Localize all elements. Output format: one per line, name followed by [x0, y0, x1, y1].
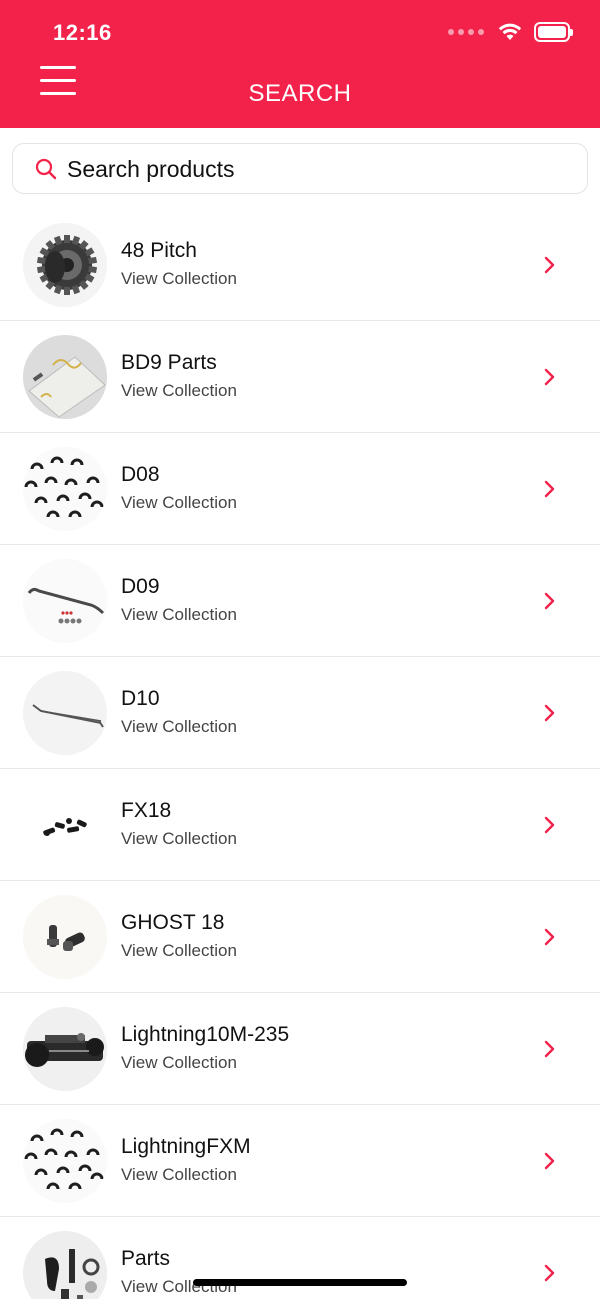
collection-row[interactable]: D08 View Collection	[0, 433, 600, 545]
collection-title: FX18	[121, 799, 172, 822]
status-time: 12:16	[53, 20, 112, 45]
chevron-right-icon[interactable]	[543, 1151, 557, 1171]
collection-row[interactable]: BD9 Parts View Collection	[0, 321, 600, 433]
chevron-right-icon[interactable]	[543, 255, 557, 275]
view-collection-label: View Collection	[121, 829, 237, 848]
wifi-icon	[498, 23, 522, 40]
view-collection-label: View Collection	[121, 269, 237, 288]
collection-title: LightningFXM	[121, 1135, 251, 1158]
view-collection-label: View Collection	[121, 605, 237, 624]
signal-icon	[448, 29, 484, 35]
collection-title: D09	[121, 575, 160, 598]
search-icon	[35, 158, 57, 180]
collection-title: GHOST 18	[121, 911, 225, 934]
chevron-right-icon[interactable]	[543, 927, 557, 947]
collection-title: Lightning10M-235	[121, 1023, 290, 1046]
axle-parts-image	[23, 895, 107, 979]
collection-row[interactable]: GHOST 18 View Collection	[0, 881, 600, 993]
view-collection-label: View Collection	[121, 717, 237, 736]
chevron-right-icon[interactable]	[543, 703, 557, 723]
view-collection-label: View Collection	[121, 1165, 237, 1184]
home-indicator	[193, 1279, 407, 1286]
collection-title: D10	[121, 687, 160, 710]
collection-title: D08	[121, 463, 160, 486]
collection-row[interactable]: Parts View Collection	[0, 1217, 600, 1299]
status-icons	[448, 22, 573, 42]
screws-image	[23, 783, 107, 867]
view-collection-label: View Collection	[121, 381, 237, 400]
chevron-right-icon[interactable]	[543, 479, 557, 499]
collection-list: 48 Pitch View Collection BD9 Parts View Col…	[0, 209, 600, 1299]
chevron-right-icon[interactable]	[543, 1039, 557, 1059]
chevron-right-icon[interactable]	[543, 815, 557, 835]
e-clips-image	[23, 447, 107, 531]
parts-set-image	[23, 1231, 107, 1299]
battery-icon	[534, 22, 573, 42]
view-collection-label: View Collection	[121, 1053, 237, 1072]
collection-row[interactable]: FX18 View Collection	[0, 769, 600, 881]
gear-image	[23, 223, 107, 307]
search-input[interactable]	[67, 152, 567, 186]
chevron-right-icon[interactable]	[543, 1263, 557, 1283]
app-header: 12:16 SEARCH	[0, 0, 600, 128]
collection-row[interactable]: D09 View Collection	[0, 545, 600, 657]
collection-row[interactable]: 48 Pitch View Collection	[0, 209, 600, 321]
collection-row[interactable]: D10 View Collection	[0, 657, 600, 769]
collection-title: BD9 Parts	[121, 351, 217, 374]
collection-row[interactable]: Lightning10M-235 View Collection	[0, 993, 600, 1105]
collection-title: Parts	[121, 1247, 171, 1270]
search-box[interactable]	[12, 143, 588, 194]
sway-bar-image	[23, 559, 107, 643]
decal-sheet-image	[23, 335, 107, 419]
wire-rod-image	[23, 671, 107, 755]
view-collection-label: View Collection	[121, 941, 237, 960]
e-clips-image	[23, 1119, 107, 1203]
view-collection-label: View Collection	[121, 493, 237, 512]
collection-title: 48 Pitch	[121, 239, 197, 262]
page-title: SEARCH	[248, 80, 352, 107]
chevron-right-icon[interactable]	[543, 367, 557, 387]
collection-row[interactable]: LightningFXM View Collection	[0, 1105, 600, 1217]
chassis-image	[23, 1007, 107, 1091]
chevron-right-icon[interactable]	[543, 591, 557, 611]
